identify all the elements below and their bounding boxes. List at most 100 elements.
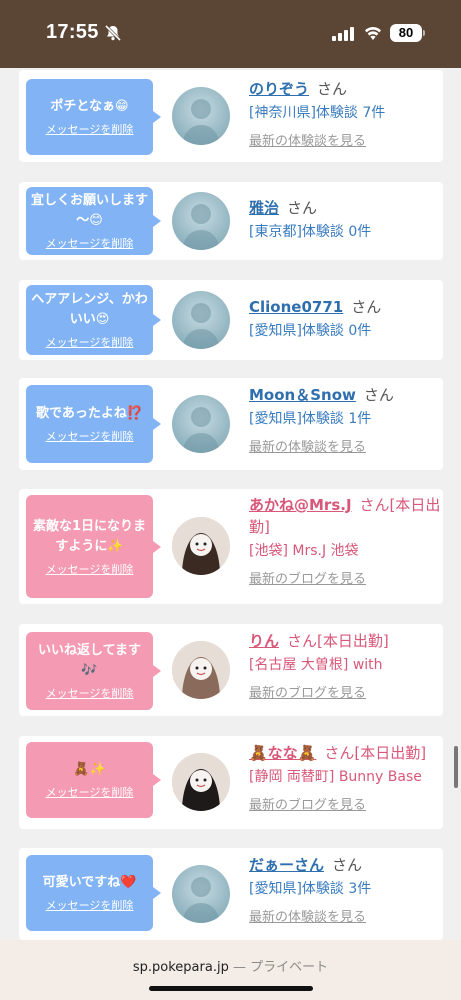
latest-post-link[interactable]: 最新の体験談を見る (249, 906, 441, 925)
user-name-link[interactable]: 雅治 (249, 199, 279, 217)
user-info: 雅治 さん [東京都]体験談 0件 (249, 197, 441, 243)
delete-message-link[interactable]: メッセージを削除 (46, 334, 134, 350)
wifi-icon (365, 27, 381, 40)
message-text: 宜しくお願いします～😊 (30, 193, 148, 228)
user-info: りん さん[本日出勤] [名古屋 大曽根] with 最新のブログを見る (249, 630, 441, 701)
home-indicator[interactable] (149, 986, 313, 991)
honorific: さん[本日出勤] (287, 632, 389, 650)
avatar[interactable] (172, 395, 230, 453)
delete-message-link[interactable]: メッセージを削除 (46, 784, 134, 800)
delete-message-link[interactable]: メッセージを削除 (46, 428, 134, 444)
latest-post-link[interactable]: 最新のブログを見る (249, 682, 441, 701)
user-name-link[interactable]: Clione0771 (249, 298, 343, 316)
avatar[interactable] (172, 865, 230, 923)
name-line: だぁーさん さん (249, 854, 441, 876)
no-photo-icon (182, 99, 220, 145)
honorific: さん (332, 856, 363, 874)
latest-post-link[interactable]: 最新の体験談を見る (249, 436, 441, 455)
message-bubble: ポチとなぁ😁 メッセージを削除 (26, 79, 161, 155)
message-bubble: 可愛いですね❤️ メッセージを削除 (26, 855, 161, 931)
message-card: 歌であったよね⁉️ メッセージを削除 Moon＆Snow さん [愛知県]体験談 1件最… (19, 378, 443, 470)
message-list[interactable]: ポチとなぁ😁 メッセージを削除 のりぞう さん [神奈川県]体験談 7件 最新の体験談を見… (0, 68, 461, 940)
profile-photo-icon (172, 753, 230, 811)
name-line: 🧸なな🧸 さん[本日出勤] (249, 742, 441, 764)
user-info: あかね@Mrs.J さん[本日出勤] [池袋] Mrs.J 池袋最新のブログを見る (249, 494, 441, 587)
message-card: 可愛いですね❤️ メッセージを削除 だぁーさん さん [愛知県]体験談 3件最新の体験談… (19, 848, 443, 940)
user-info: 🧸なな🧸 さん[本日出勤] [静岡 両替町] Bunny Base 最新のブログを見る (249, 742, 441, 813)
status-bar: 17:55 80 (0, 0, 461, 68)
message-text: 可愛いですね❤️ (42, 875, 137, 890)
avatar[interactable] (172, 87, 230, 145)
user-detail: [神奈川県]体験談 7件 (249, 105, 386, 121)
message-card: ヘアアレンジ、かわいい😍 メッセージを削除 Clione0771 さん [愛知県]体験談… (19, 280, 443, 360)
message-text: いいね返してます🎶 (38, 643, 141, 678)
latest-post-link[interactable]: 最新の体験談を見る (249, 130, 441, 149)
user-detail: [池袋] Mrs.J 池袋 (249, 543, 359, 559)
honorific: さん[本日出勤] (324, 744, 427, 762)
browsing-mode: プライベート (250, 960, 329, 975)
user-detail: [東京都]体験談 0件 (249, 224, 372, 240)
user-info: だぁーさん さん [愛知県]体験談 3件最新の体験談を見る (249, 854, 441, 925)
message-text: 歌であったよね⁉️ (35, 406, 144, 421)
message-card: いいね返してます🎶 メッセージを削除 りん さん[本日出勤] [名古屋 大曽根] wit… (19, 624, 443, 716)
battery-indicator: 80 (390, 24, 422, 42)
delete-message-link[interactable]: メッセージを削除 (46, 685, 134, 701)
name-line: りん さん[本日出勤] (249, 630, 441, 652)
message-card: 宜しくお願いします～😊 メッセージを削除 雅治 さん [東京都]体験談 0件 (19, 182, 443, 260)
no-photo-icon (182, 877, 220, 923)
name-line: のりぞう さん (249, 78, 441, 100)
delete-message-link[interactable]: メッセージを削除 (46, 235, 134, 251)
name-line: Moon＆Snow さん (249, 384, 441, 406)
user-name-link[interactable]: 🧸なな🧸 (249, 744, 316, 762)
avatar[interactable] (172, 517, 230, 575)
user-info: のりぞう さん [神奈川県]体験談 7件最新の体験談を見る (249, 78, 441, 149)
user-name-link[interactable]: Moon＆Snow (249, 386, 356, 404)
message-card: ポチとなぁ😁 メッセージを削除 のりぞう さん [神奈川県]体験談 7件最新の体験談を見… (19, 70, 443, 162)
message-text: ポチとなぁ😁 (50, 99, 129, 114)
message-bubble: いいね返してます🎶 メッセージを削除 (26, 632, 161, 710)
honorific: さん (287, 199, 318, 217)
scrollbar[interactable] (454, 746, 458, 788)
name-line: あかね@Mrs.J さん[本日出勤] (249, 494, 441, 538)
user-name-link[interactable]: りん (249, 632, 279, 650)
message-bubble: 素敵な1日になりますように✨ メッセージを削除 (26, 495, 161, 598)
latest-post-link[interactable]: 最新のブログを見る (249, 568, 441, 587)
status-time: 17:55 (46, 21, 99, 43)
message-bubble: 歌であったよね⁉️ メッセージを削除 (26, 385, 161, 463)
avatar[interactable] (172, 291, 230, 349)
name-line: Clione0771 さん (249, 296, 441, 318)
cellular-signal-icon (332, 27, 354, 41)
honorific: さん (351, 298, 382, 316)
browser-url-bar[interactable]: sp.pokepara.jp — プライベート (0, 940, 461, 1000)
delete-message-link[interactable]: メッセージを削除 (46, 897, 134, 913)
user-name-link[interactable]: だぁーさん (249, 856, 324, 874)
profile-photo-icon (172, 517, 230, 575)
latest-post-link[interactable]: 最新のブログを見る (249, 794, 441, 813)
no-photo-icon (182, 204, 220, 250)
battery-nub (423, 30, 425, 36)
avatar[interactable] (172, 641, 230, 699)
user-detail: [静岡 両替町] Bunny Base (249, 769, 422, 785)
no-photo-icon (182, 407, 220, 453)
avatar[interactable] (172, 192, 230, 250)
delete-message-link[interactable]: メッセージを削除 (46, 121, 134, 137)
user-name-link[interactable]: のりぞう (249, 80, 309, 98)
message-text: 素敵な1日になりますように✨ (32, 518, 147, 554)
message-bubble: ヘアアレンジ、かわいい😍 メッセージを削除 (26, 285, 161, 355)
url-domain: sp.pokepara.jp (132, 960, 229, 975)
delete-message-link[interactable]: メッセージを削除 (46, 561, 134, 577)
honorific: さん (317, 80, 348, 98)
profile-photo-icon (172, 641, 230, 699)
user-info: Moon＆Snow さん [愛知県]体験談 1件 最新の体験談を見る (249, 384, 441, 455)
message-text: ヘアアレンジ、かわいい😍 (31, 292, 148, 327)
avatar[interactable] (172, 753, 230, 811)
message-text: 🧸✨ (73, 762, 106, 777)
url-separator: — (228, 960, 251, 975)
user-info: Clione0771 さん [愛知県]体験談 0件 (249, 296, 441, 342)
honorific: さん (363, 386, 394, 404)
user-detail: [愛知県]体験談 0件 (249, 323, 372, 339)
user-name-link[interactable]: あかね@Mrs.J (249, 496, 352, 514)
url-text[interactable]: sp.pokepara.jp — プライベート (0, 940, 461, 975)
user-detail: [愛知県]体験談 3件 (249, 881, 372, 897)
message-card: 素敵な1日になりますように✨ メッセージを削除 あかね@Mrs.J さん[本日出勤] [… (19, 489, 443, 604)
